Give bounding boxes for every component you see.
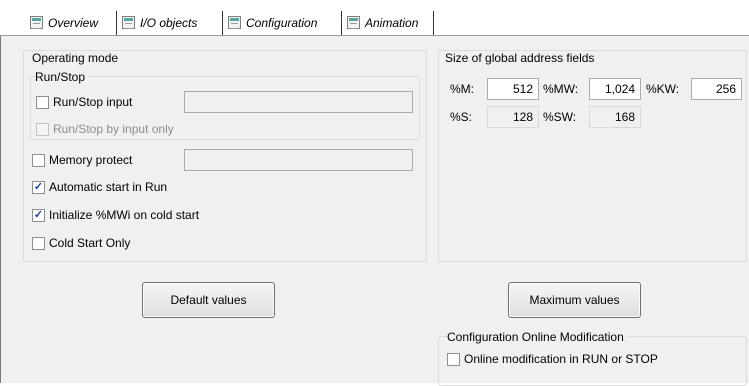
tab-overview[interactable]: Overview [26, 9, 104, 36]
checkbox-label: Automatic start in Run [49, 180, 168, 194]
tab-separator [222, 11, 223, 35]
checkbox-box[interactable] [36, 95, 49, 109]
address-fields-title: Size of global address fields [445, 51, 598, 65]
module-icon [30, 16, 43, 29]
run-stop-input-checkbox[interactable]: Run/Stop input [36, 94, 132, 110]
kw-field[interactable]: 256 [691, 78, 742, 100]
memory-protect-checkbox[interactable]: Memory protect [32, 152, 132, 168]
checkbox-box[interactable] [447, 352, 460, 366]
checkbox-label: Run/Stop by input only [53, 122, 174, 136]
cold-start-only-checkbox[interactable]: Cold Start Only [32, 235, 130, 251]
sw-field: 168 [589, 106, 641, 128]
module-icon [347, 16, 360, 29]
tab-animation[interactable]: Animation [343, 9, 424, 36]
run-stop-by-input-only-checkbox[interactable]: Run/Stop by input only [36, 121, 174, 137]
mw-label: %MW: [543, 82, 579, 96]
m-label: %M: [450, 82, 474, 96]
tab-io-objects[interactable]: I/O objects [118, 9, 203, 36]
checkbox-label: Run/Stop input [53, 95, 133, 109]
check-mark-icon: ✓ [33, 180, 44, 193]
default-values-button[interactable]: Default values [142, 282, 275, 318]
maximum-values-button[interactable]: Maximum values [508, 282, 641, 318]
m-field[interactable]: 512 [487, 78, 539, 100]
tab-label: Animation [365, 15, 419, 30]
checkbox-label: Initialize %MWi on cold start [49, 208, 200, 222]
check-mark-icon: ✓ [33, 208, 44, 221]
tab-strip: Overview I/O objects Configuration Anima… [0, 0, 749, 36]
checkbox-label: Memory protect [49, 153, 133, 167]
tab-label: Overview [48, 15, 99, 30]
configuration-panel: Operating mode Run/Stop Run/Stop input R… [0, 36, 749, 386]
automatic-start-checkbox[interactable]: ✓ Automatic start in Run [32, 179, 167, 195]
module-icon [122, 16, 135, 29]
tab-label: Configuration [246, 15, 318, 30]
checkbox-box[interactable]: ✓ [32, 208, 45, 222]
tab-separator [341, 11, 342, 35]
module-icon [228, 16, 241, 29]
run-stop-input-field[interactable] [184, 91, 413, 113]
tab-configuration[interactable]: Configuration [224, 9, 323, 36]
checkbox-box[interactable] [32, 236, 45, 250]
s-label: %S: [450, 110, 473, 124]
memory-protect-field[interactable] [184, 149, 413, 171]
sw-label: %SW: [543, 110, 577, 124]
checkbox-box[interactable]: ✓ [32, 180, 45, 194]
checkbox-box[interactable] [36, 122, 49, 136]
online-modification-checkbox[interactable]: Online modification in RUN or STOP [447, 351, 658, 367]
kw-label: %KW: [646, 82, 680, 96]
initialize-mwi-checkbox[interactable]: ✓ Initialize %MWi on cold start [32, 207, 199, 223]
checkbox-label: Cold Start Only [49, 236, 131, 250]
run-stop-title: Run/Stop [35, 70, 89, 84]
checkbox-label: Online modification in RUN or STOP [464, 352, 658, 366]
mw-field[interactable]: 1,024 [589, 78, 641, 100]
s-field: 128 [487, 106, 539, 128]
checkbox-box[interactable] [32, 153, 45, 167]
operating-mode-title: Operating mode [32, 51, 122, 65]
tab-separator [433, 11, 434, 35]
tab-separator [116, 11, 117, 35]
tab-label: I/O objects [140, 15, 198, 30]
online-modification-title: Configuration Online Modification [447, 330, 627, 344]
